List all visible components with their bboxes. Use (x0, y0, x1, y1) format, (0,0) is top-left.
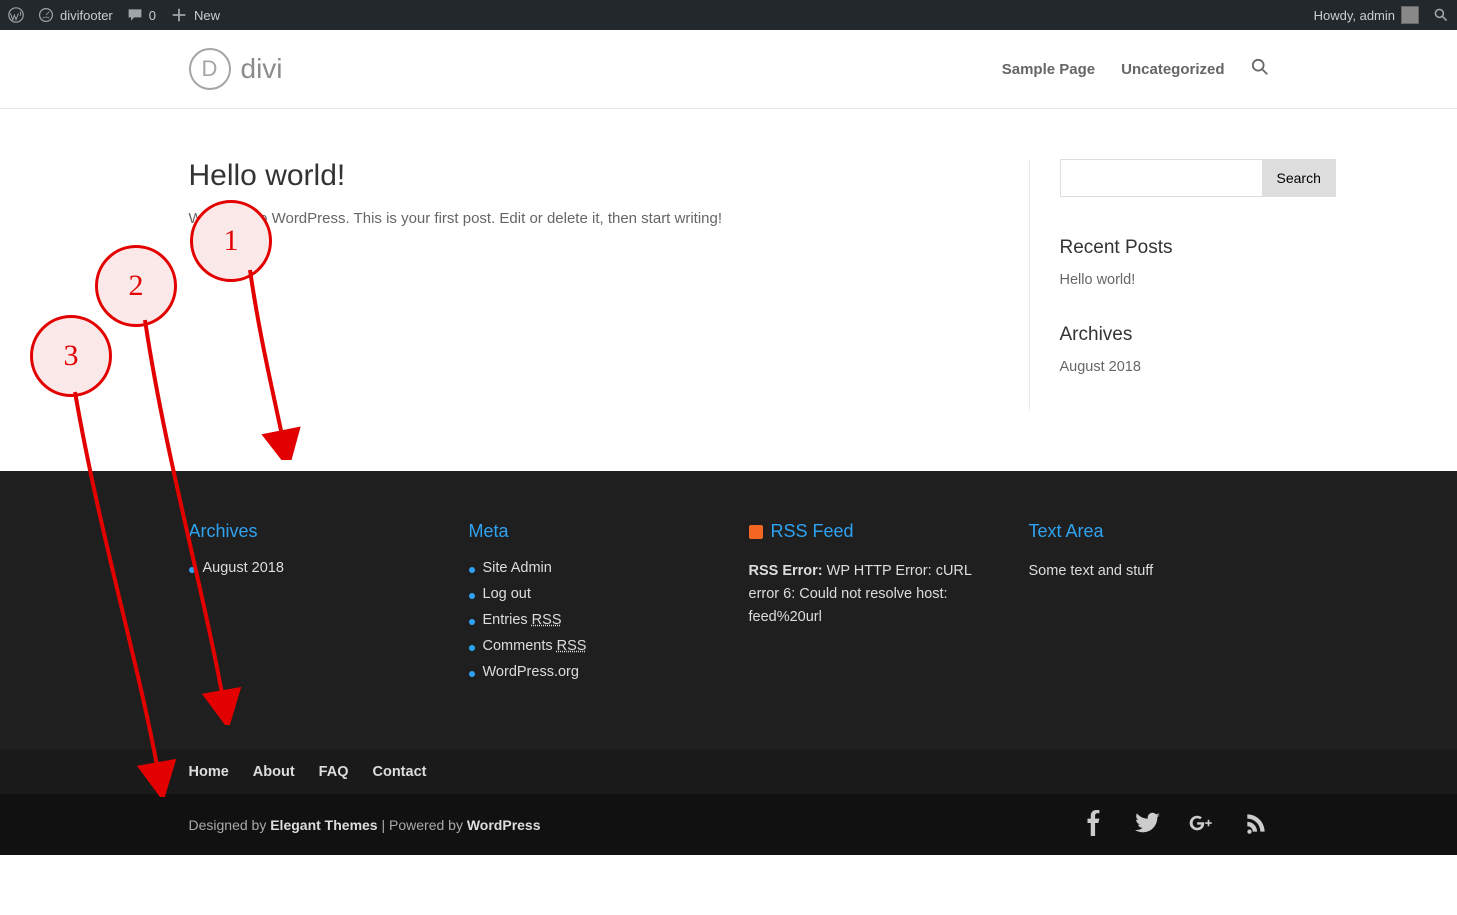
adminbar-site-name: divifooter (60, 8, 113, 23)
social-facebook[interactable] (1081, 810, 1107, 839)
adminbar: divifooter 0 New Howdy, admin (0, 0, 1457, 30)
meta-entries-rss[interactable]: Entries RSS (483, 612, 562, 628)
avatar (1401, 6, 1419, 24)
footer-credits: Designed by Elegant Themes | Powered by … (0, 794, 1457, 855)
post-title[interactable]: Hello world! (189, 159, 989, 193)
sidebar-search: Search (1060, 159, 1269, 197)
wp-logo[interactable] (8, 7, 24, 23)
content: Hello world! Welcome to WordPress. This … (189, 109, 1269, 471)
footer-col-meta: Meta Site Admin Log out Entries RSS Comm… (469, 521, 709, 690)
search-button[interactable]: Search (1263, 159, 1336, 197)
widget-recent-posts: Recent Posts Hello world! (1060, 237, 1269, 288)
twitter-icon (1135, 810, 1161, 836)
post-body: Welcome to WordPress. This is your first… (189, 207, 989, 231)
search-icon (1251, 58, 1269, 76)
text-area-body: Some text and stuff (1029, 560, 1269, 583)
footer-col-rss: RSS Feed RSS Error: WP HTTP Error: cURL … (749, 521, 989, 690)
widget-title: Archives (1060, 324, 1269, 346)
footer-nav: Home About FAQ Contact (0, 750, 1457, 794)
footer-nav-home[interactable]: Home (189, 764, 229, 780)
meta-log-out[interactable]: Log out (483, 586, 531, 602)
social-google-plus[interactable] (1189, 810, 1215, 839)
widget-archives: Archives August 2018 (1060, 324, 1269, 375)
google-plus-icon (1189, 810, 1215, 836)
adminbar-comments[interactable]: 0 (127, 7, 156, 23)
footer-col-text: Text Area Some text and stuff (1029, 521, 1269, 690)
footer-col-archives: Archives August 2018 (189, 521, 429, 690)
search-icon (1433, 7, 1449, 23)
elegant-themes-link[interactable]: Elegant Themes (270, 817, 377, 833)
adminbar-site[interactable]: divifooter (38, 7, 113, 23)
logo-mark-icon: D (189, 48, 231, 90)
logo-text: divi (241, 53, 283, 85)
footer-widgets: Archives August 2018 Meta Site Admin Log… (0, 471, 1457, 750)
footer-archive-link[interactable]: August 2018 (203, 560, 284, 576)
nav-sample-page[interactable]: Sample Page (1002, 61, 1095, 78)
primary-nav: Sample Page Uncategorized (1002, 58, 1269, 80)
footer-widget-title: Archives (189, 521, 429, 542)
social-twitter[interactable] (1135, 810, 1161, 839)
site-header: D divi Sample Page Uncategorized (0, 30, 1457, 109)
footer-nav-faq[interactable]: FAQ (319, 764, 349, 780)
annotation-3: 3 (30, 315, 112, 397)
annotation-2: 2 (95, 245, 177, 327)
facebook-icon (1081, 810, 1107, 836)
meta-site-admin[interactable]: Site Admin (483, 560, 552, 576)
dashboard-icon (38, 7, 54, 23)
plus-icon (170, 6, 188, 24)
footer-widget-title: Meta (469, 521, 709, 542)
recent-post-link[interactable]: Hello world! (1060, 272, 1136, 288)
meta-wordpress-org[interactable]: WordPress.org (483, 664, 579, 680)
footer-widget-title: RSS Feed (749, 521, 989, 542)
social-icons (1081, 810, 1269, 839)
meta-comments-rss[interactable]: Comments RSS (483, 638, 587, 654)
main: Hello world! Welcome to WordPress. This … (189, 159, 989, 411)
footer-nav-contact[interactable]: Contact (372, 764, 426, 780)
search-input[interactable] (1060, 159, 1263, 197)
nav-search[interactable] (1251, 58, 1269, 80)
adminbar-howdy[interactable]: Howdy, admin (1314, 6, 1419, 24)
logo[interactable]: D divi (189, 48, 283, 90)
nav-uncategorized[interactable]: Uncategorized (1121, 61, 1224, 78)
adminbar-new-label: New (194, 8, 220, 23)
comment-icon (127, 7, 143, 23)
social-rss[interactable] (1243, 810, 1269, 839)
sidebar: Search Recent Posts Hello world! Archive… (1029, 159, 1269, 411)
rss-icon (1243, 810, 1269, 836)
credits-text: Designed by Elegant Themes | Powered by … (189, 817, 541, 833)
rss-icon[interactable] (749, 525, 763, 539)
rss-error: RSS Error: WP HTTP Error: cURL error 6: … (749, 560, 989, 630)
adminbar-search[interactable] (1433, 7, 1449, 23)
wordpress-link[interactable]: WordPress (467, 817, 541, 833)
adminbar-howdy-text: Howdy, admin (1314, 8, 1395, 23)
footer-widget-title: Text Area (1029, 521, 1269, 542)
widget-title: Recent Posts (1060, 237, 1269, 259)
wordpress-icon (8, 7, 24, 23)
adminbar-comments-count: 0 (149, 8, 156, 23)
adminbar-new[interactable]: New (170, 6, 220, 24)
footer-nav-about[interactable]: About (253, 764, 295, 780)
archive-link[interactable]: August 2018 (1060, 359, 1141, 375)
